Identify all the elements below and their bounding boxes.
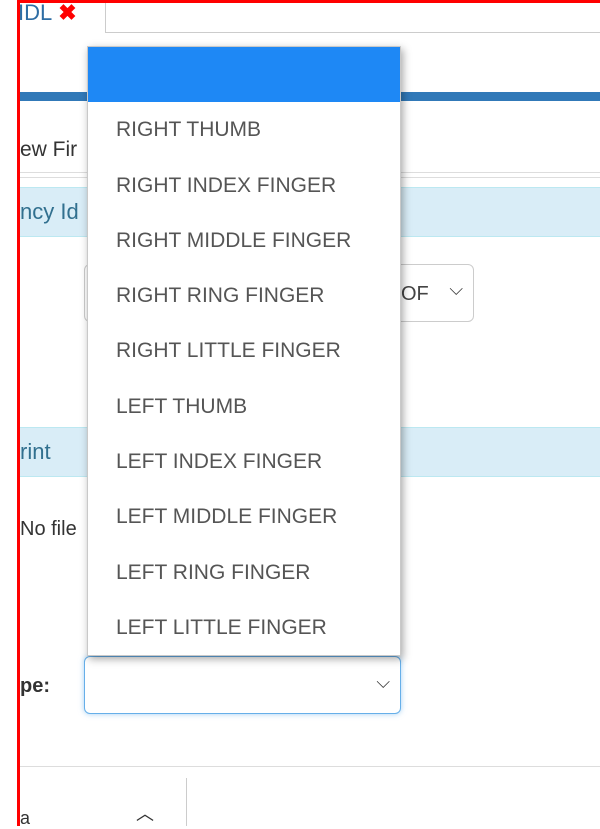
chevron-down-icon: ⌵ [449,279,463,299]
dropdown-option[interactable]: LEFT INDEX FINGER [88,434,400,489]
dropdown-option[interactable]: LEFT LITTLE FINGER [88,600,400,655]
annotation-border-left [17,0,20,826]
new-fingerprint-heading: ew Fir [20,138,78,161]
dropdown-option[interactable]: RIGHT MIDDLE FINGER [88,213,400,268]
dropdown-option[interactable]: RIGHT THUMB [88,102,400,157]
chevron-up-icon[interactable]: ︿ [136,800,154,826]
section-title: ncy Id [20,199,79,224]
finger-type-select[interactable]: ⌵ [84,656,401,714]
file-input-status[interactable]: No file [20,518,77,541]
background-select-value: OF [401,283,429,305]
tab-strip-field[interactable] [105,3,600,33]
chevron-down-icon: ⌵ [376,672,390,692]
dropdown-option[interactable]: LEFT THUMB [88,379,400,434]
divider [20,766,600,767]
dropdown-option[interactable]: RIGHT RING FINGER [88,268,400,323]
dropdown-option-empty[interactable] [88,47,400,103]
close-x-icon[interactable]: ✖ [58,0,76,25]
dropdown-option[interactable]: LEFT MIDDLE FINGER [88,489,400,544]
divider [186,778,187,826]
dropdown-option[interactable]: LEFT RING FINGER [88,545,400,600]
dropdown-option[interactable]: RIGHT LITTLE FINGER [88,323,400,378]
type-label: pe: [20,675,50,697]
section-title: rint [20,439,51,464]
tab-idl[interactable]: IDL ✖ [20,0,77,26]
dropdown-option[interactable]: RIGHT INDEX FINGER [88,158,400,213]
finger-type-dropdown[interactable]: RIGHT THUMB RIGHT INDEX FINGER RIGHT MID… [87,46,401,656]
tab-label: IDL [20,0,53,25]
